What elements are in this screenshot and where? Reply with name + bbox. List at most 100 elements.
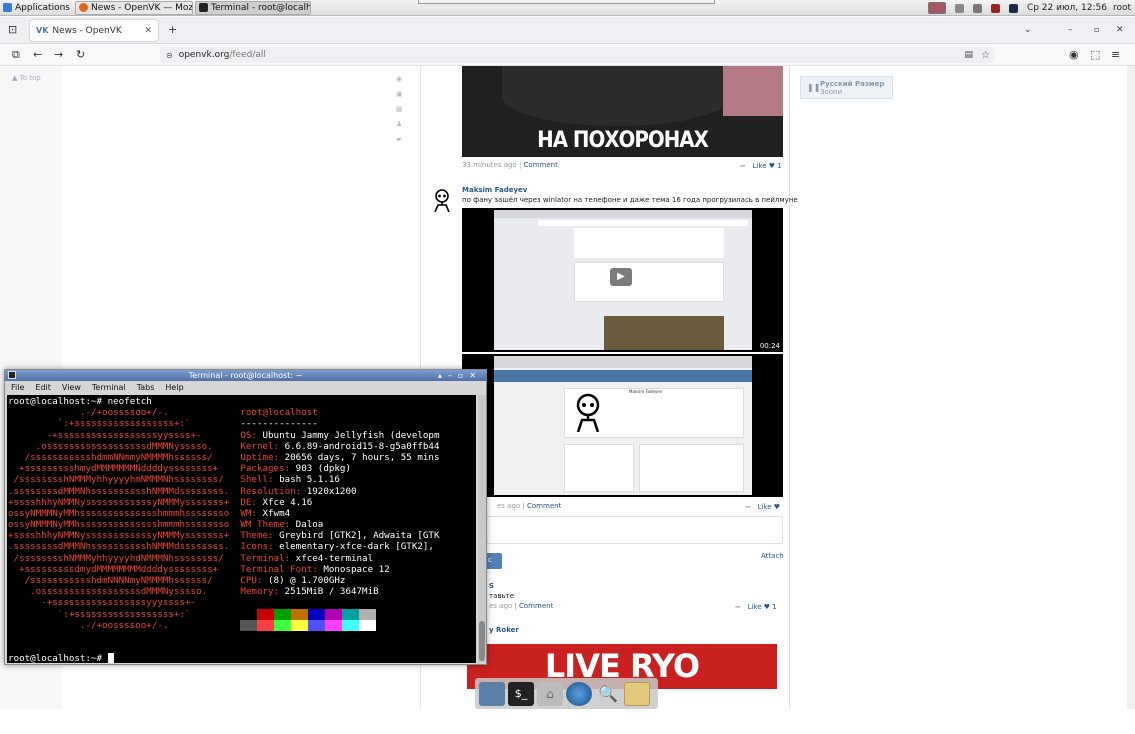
taskbar-firefox[interactable]: News - OpenVK — Mozil...	[74, 0, 193, 15]
nav-bar: ⧉ ← → ↻ ⊝ openvk.org/feed/all ▤ ☆ ◉ ⬚ ≡	[0, 44, 1135, 66]
post-author[interactable]: S	[489, 582, 494, 590]
file-manager-icon[interactable]	[624, 681, 650, 706]
screenshot-name: Maksim Fadeyev	[629, 389, 663, 394]
reload-icon[interactable]: ↻	[76, 48, 85, 62]
terminal-menu-view[interactable]: View	[62, 381, 81, 394]
comment-link[interactable]: Comment	[527, 502, 561, 510]
post-text: по фану зашёл через winlator на телефоне…	[462, 196, 798, 204]
attach-link[interactable]: Attach	[761, 552, 784, 560]
color-swatch	[308, 608, 326, 620]
minimize-icon[interactable]: –	[1068, 23, 1073, 37]
image-caption: НА ПОХОРОНАХ	[537, 128, 709, 153]
url-bar[interactable]: ⊝ openvk.org/feed/all ▤ ☆	[160, 47, 995, 63]
network-icon[interactable]	[1008, 3, 1018, 13]
maximize-icon[interactable]: ▫	[1094, 23, 1099, 37]
terminal-window-icon[interactable]	[8, 371, 16, 379]
post-screenshot-image[interactable]: Maksim Fadeyev	[462, 354, 783, 497]
share-icon[interactable]: ➦	[745, 503, 751, 511]
terminal-pad	[218, 564, 240, 575]
ascii-logo-line: /ssssssssssshdmNNNNmyNMMMMhssssss/	[8, 575, 213, 586]
terminal-pad	[229, 508, 240, 519]
terminal-titlebar[interactable]: Terminal - root@localhost: ~ ▴–▫✕	[5, 370, 486, 381]
terminal-line: root@localhost:~#	[8, 653, 476, 663]
clock[interactable]: Ср 22 июл, 12:56	[1027, 3, 1107, 13]
right-sidebar-item[interactable]: ❚❚ Русский Размер Зоопи	[800, 76, 893, 99]
user-icon[interactable]: ◉	[396, 72, 406, 87]
notification-icon[interactable]	[954, 3, 964, 13]
reader-view-icon[interactable]: ▤	[964, 50, 973, 60]
post-image[interactable]: НА ПОХОРОНАХ	[462, 66, 783, 157]
like-button[interactable]: ➦ Like ♥ 1	[740, 162, 782, 170]
terminal-menu-edit[interactable]: Edit	[35, 381, 51, 394]
info-value: elementary-xfce-dark [GTK2],	[279, 541, 434, 553]
tab-overview-icon[interactable]: ⊡	[8, 23, 17, 37]
like-button[interactable]: ➦ Like ♥	[745, 503, 780, 511]
play-icon[interactable]: ▶	[610, 268, 632, 286]
terminal-menu-tabs[interactable]: Tabs	[137, 381, 155, 394]
terminal-pad	[218, 463, 240, 474]
color-swatch	[342, 608, 360, 620]
share-icon[interactable]: ➦	[740, 162, 746, 170]
terminal-pad	[229, 486, 240, 497]
terminal-pad	[213, 452, 241, 463]
bookmark-star-icon[interactable]: ☆	[981, 50, 990, 61]
comment-link[interactable]: Comment	[524, 161, 558, 169]
page-scrollbar[interactable]	[1127, 66, 1135, 709]
terminal-scrollbar[interactable]	[478, 395, 486, 663]
share-icon[interactable]: ➦	[735, 603, 741, 611]
terminal-output[interactable]: root@localhost:~# neofetch .-/+oossssoo+…	[7, 395, 476, 663]
close-tab-icon[interactable]: ✕	[144, 26, 152, 36]
menu-icon[interactable]: ≡	[1111, 48, 1120, 62]
record-icon[interactable]	[990, 3, 1000, 13]
friends-icon[interactable]: ♟	[396, 117, 406, 132]
color-swatch	[257, 619, 275, 631]
post-meta: 33 minutes ago | Comment	[462, 161, 558, 169]
window-controls[interactable]: ▴–▫✕	[438, 370, 482, 381]
applications-menu[interactable]: Applications	[0, 1, 73, 15]
comment-input[interactable]	[462, 516, 783, 544]
terminal-line: .-/+oossssoo+/-.	[8, 619, 476, 631]
tray-app-icon[interactable]	[927, 2, 946, 14]
terminal-line: +ssssssssshmydMMMMMMMNddddyssssssss+ Pac…	[8, 463, 476, 474]
messages-icon[interactable]: ▰	[396, 132, 406, 147]
info-value: Daloa	[295, 519, 324, 531]
close-window-icon[interactable]: ✕	[1116, 23, 1124, 37]
taskbar-terminal[interactable]: Terminal - root@localho...	[194, 0, 311, 15]
terminal-window[interactable]: Terminal - root@localhost: ~ ▴–▫✕ File Ed…	[4, 369, 487, 665]
volume-icon[interactable]	[972, 3, 982, 13]
show-desktop-icon[interactable]	[479, 681, 505, 706]
comment-link[interactable]: Comment	[519, 602, 553, 610]
list-tabs-icon[interactable]: ⌄	[1024, 23, 1032, 37]
openvk-favicon-icon: VK	[36, 26, 49, 35]
terminal-menu-help[interactable]: Help	[165, 381, 183, 394]
ascii-logo-line: -+ssssssssssssssssssyyssss+-	[8, 429, 202, 441]
post-author[interactable]: Maksim Fadeyev	[462, 186, 527, 194]
new-tab-icon[interactable]: +	[168, 23, 177, 37]
search-icon[interactable]: 🔍	[595, 682, 621, 706]
back-icon[interactable]: ←	[33, 48, 42, 62]
sidebar-icon[interactable]: ⧉	[12, 48, 20, 62]
camera-icon[interactable]: ▣	[396, 87, 406, 102]
account-icon[interactable]: ◉	[1069, 48, 1079, 62]
terminal-launcher-icon[interactable]: $_	[508, 681, 534, 706]
to-top-link[interactable]: ▲ To top	[12, 74, 41, 82]
photo-icon[interactable]: ▦	[396, 102, 406, 117]
web-browser-icon[interactable]	[566, 681, 592, 706]
color-swatch	[291, 608, 309, 620]
user-menu[interactable]: root	[1113, 3, 1131, 13]
site-info-icon[interactable]: ⊝	[166, 51, 173, 60]
tab-news[interactable]: VK News - OpenVK ✕	[30, 20, 158, 41]
terminal-command: neofetch	[107, 396, 152, 407]
terminal-menu-file[interactable]: File	[11, 381, 24, 394]
like-button[interactable]: ➦ Like ♥ 1	[735, 603, 777, 611]
workspace-switcher[interactable]	[418, 0, 715, 4]
terminal-menu-terminal[interactable]: Terminal	[92, 381, 126, 394]
info-value: xfce4-terminal	[295, 552, 374, 564]
info-key: CPU:	[240, 575, 269, 586]
post-video[interactable]: ▶ 00:24	[462, 208, 783, 352]
forward-icon[interactable]: →	[54, 48, 63, 62]
avatar[interactable]	[430, 188, 454, 213]
extensions-icon[interactable]: ⬚	[1090, 48, 1100, 62]
home-folder-icon[interactable]: ⌂	[537, 681, 563, 706]
post-author[interactable]: y Roker	[489, 626, 519, 634]
